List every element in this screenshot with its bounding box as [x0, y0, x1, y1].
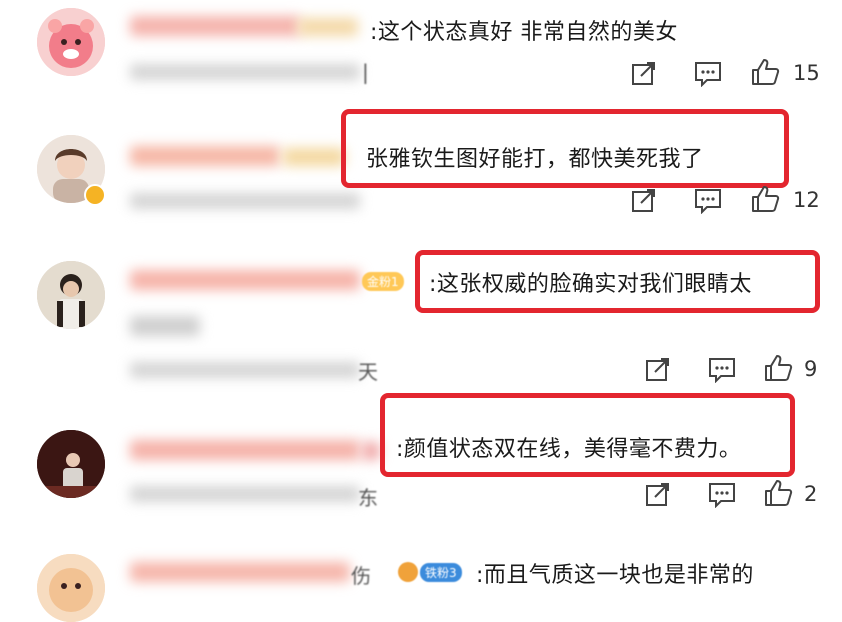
share-icon [646, 483, 669, 506]
badge-blurred [362, 442, 380, 460]
partial-char: 天 [358, 360, 378, 384]
comment-text: :颜值状态双在线，美得毫不费力。 [396, 437, 742, 462]
username-blurred [130, 16, 300, 36]
like-count: 15 [793, 61, 820, 85]
comment-icon [709, 358, 735, 383]
meta-blurred [130, 486, 360, 502]
like-count: 9 [804, 357, 818, 381]
avatar[interactable] [37, 430, 105, 498]
fan-badge: 金粉1 [362, 272, 404, 291]
comment-icon [695, 189, 721, 214]
share-icon [632, 189, 655, 212]
reply-button[interactable] [691, 56, 725, 90]
like-button[interactable] [761, 476, 795, 510]
share-button[interactable] [641, 477, 675, 511]
verified-badge-icon [84, 184, 106, 206]
avatar[interactable] [37, 554, 105, 622]
reply-button[interactable] [705, 477, 739, 511]
like-count: 12 [793, 188, 820, 212]
share-button[interactable] [627, 56, 661, 90]
share-button[interactable] [641, 352, 675, 386]
username-blurred [130, 146, 280, 166]
comment-item: 东 :颜值状态双在线，美得毫不费力。 2 [0, 393, 842, 530]
comment-item: :这个状态真好 非常自然的美女 | 15 [0, 0, 842, 120]
like-button[interactable] [761, 351, 795, 385]
partial-char: | [362, 60, 369, 84]
comment-text: :这个状态真好 非常自然的美女 [370, 20, 678, 45]
username-blurred [130, 270, 360, 290]
username-blurred [130, 562, 350, 582]
badge-blurred [283, 148, 345, 166]
comment-text: :而且气质这一块也是非常的 [476, 563, 754, 588]
meta-blurred [130, 193, 360, 209]
avatar[interactable] [37, 261, 105, 329]
like-count: 2 [804, 482, 818, 506]
comment-item: 张雅钦生图好能打，都快美死我了 12 [0, 109, 842, 240]
avatar-image [37, 430, 105, 498]
username-blurred [130, 440, 360, 460]
reply-button[interactable] [705, 352, 739, 386]
comment-icon [709, 483, 735, 508]
share-icon [646, 358, 669, 381]
comment-item: 金粉1 天 :这张权威的脸确实对我们眼睛太 9 [0, 240, 842, 400]
thumbs-up-icon [752, 59, 780, 85]
partial-char: 伤 [351, 564, 371, 588]
thumbs-up-icon [752, 186, 780, 212]
comment-icon [695, 62, 721, 87]
partial-char: 东 [358, 486, 378, 510]
comment-text: :这张权威的脸确实对我们眼睛太 [429, 272, 752, 297]
avatar[interactable] [37, 8, 105, 76]
avatar-image [37, 261, 105, 329]
avatar-image [37, 554, 105, 622]
like-button[interactable] [748, 182, 782, 216]
reply-button[interactable] [691, 183, 725, 217]
text-blurred [130, 316, 200, 336]
share-icon [632, 62, 655, 85]
meta-blurred [130, 64, 360, 80]
thumbs-up-icon [765, 480, 793, 506]
like-button[interactable] [748, 55, 782, 89]
thumbs-up-icon [765, 355, 793, 381]
fan-icon [398, 562, 418, 582]
badge-blurred [298, 18, 358, 36]
avatar-image [37, 8, 105, 76]
meta-blurred [130, 362, 360, 378]
comment-item: 伤 铁粉3 :而且气质这一块也是非常的 [0, 530, 842, 622]
share-button[interactable] [627, 183, 661, 217]
fan-badge: 铁粉3 [420, 563, 462, 582]
comment-text: 张雅钦生图好能打，都快美死我了 [366, 147, 704, 172]
